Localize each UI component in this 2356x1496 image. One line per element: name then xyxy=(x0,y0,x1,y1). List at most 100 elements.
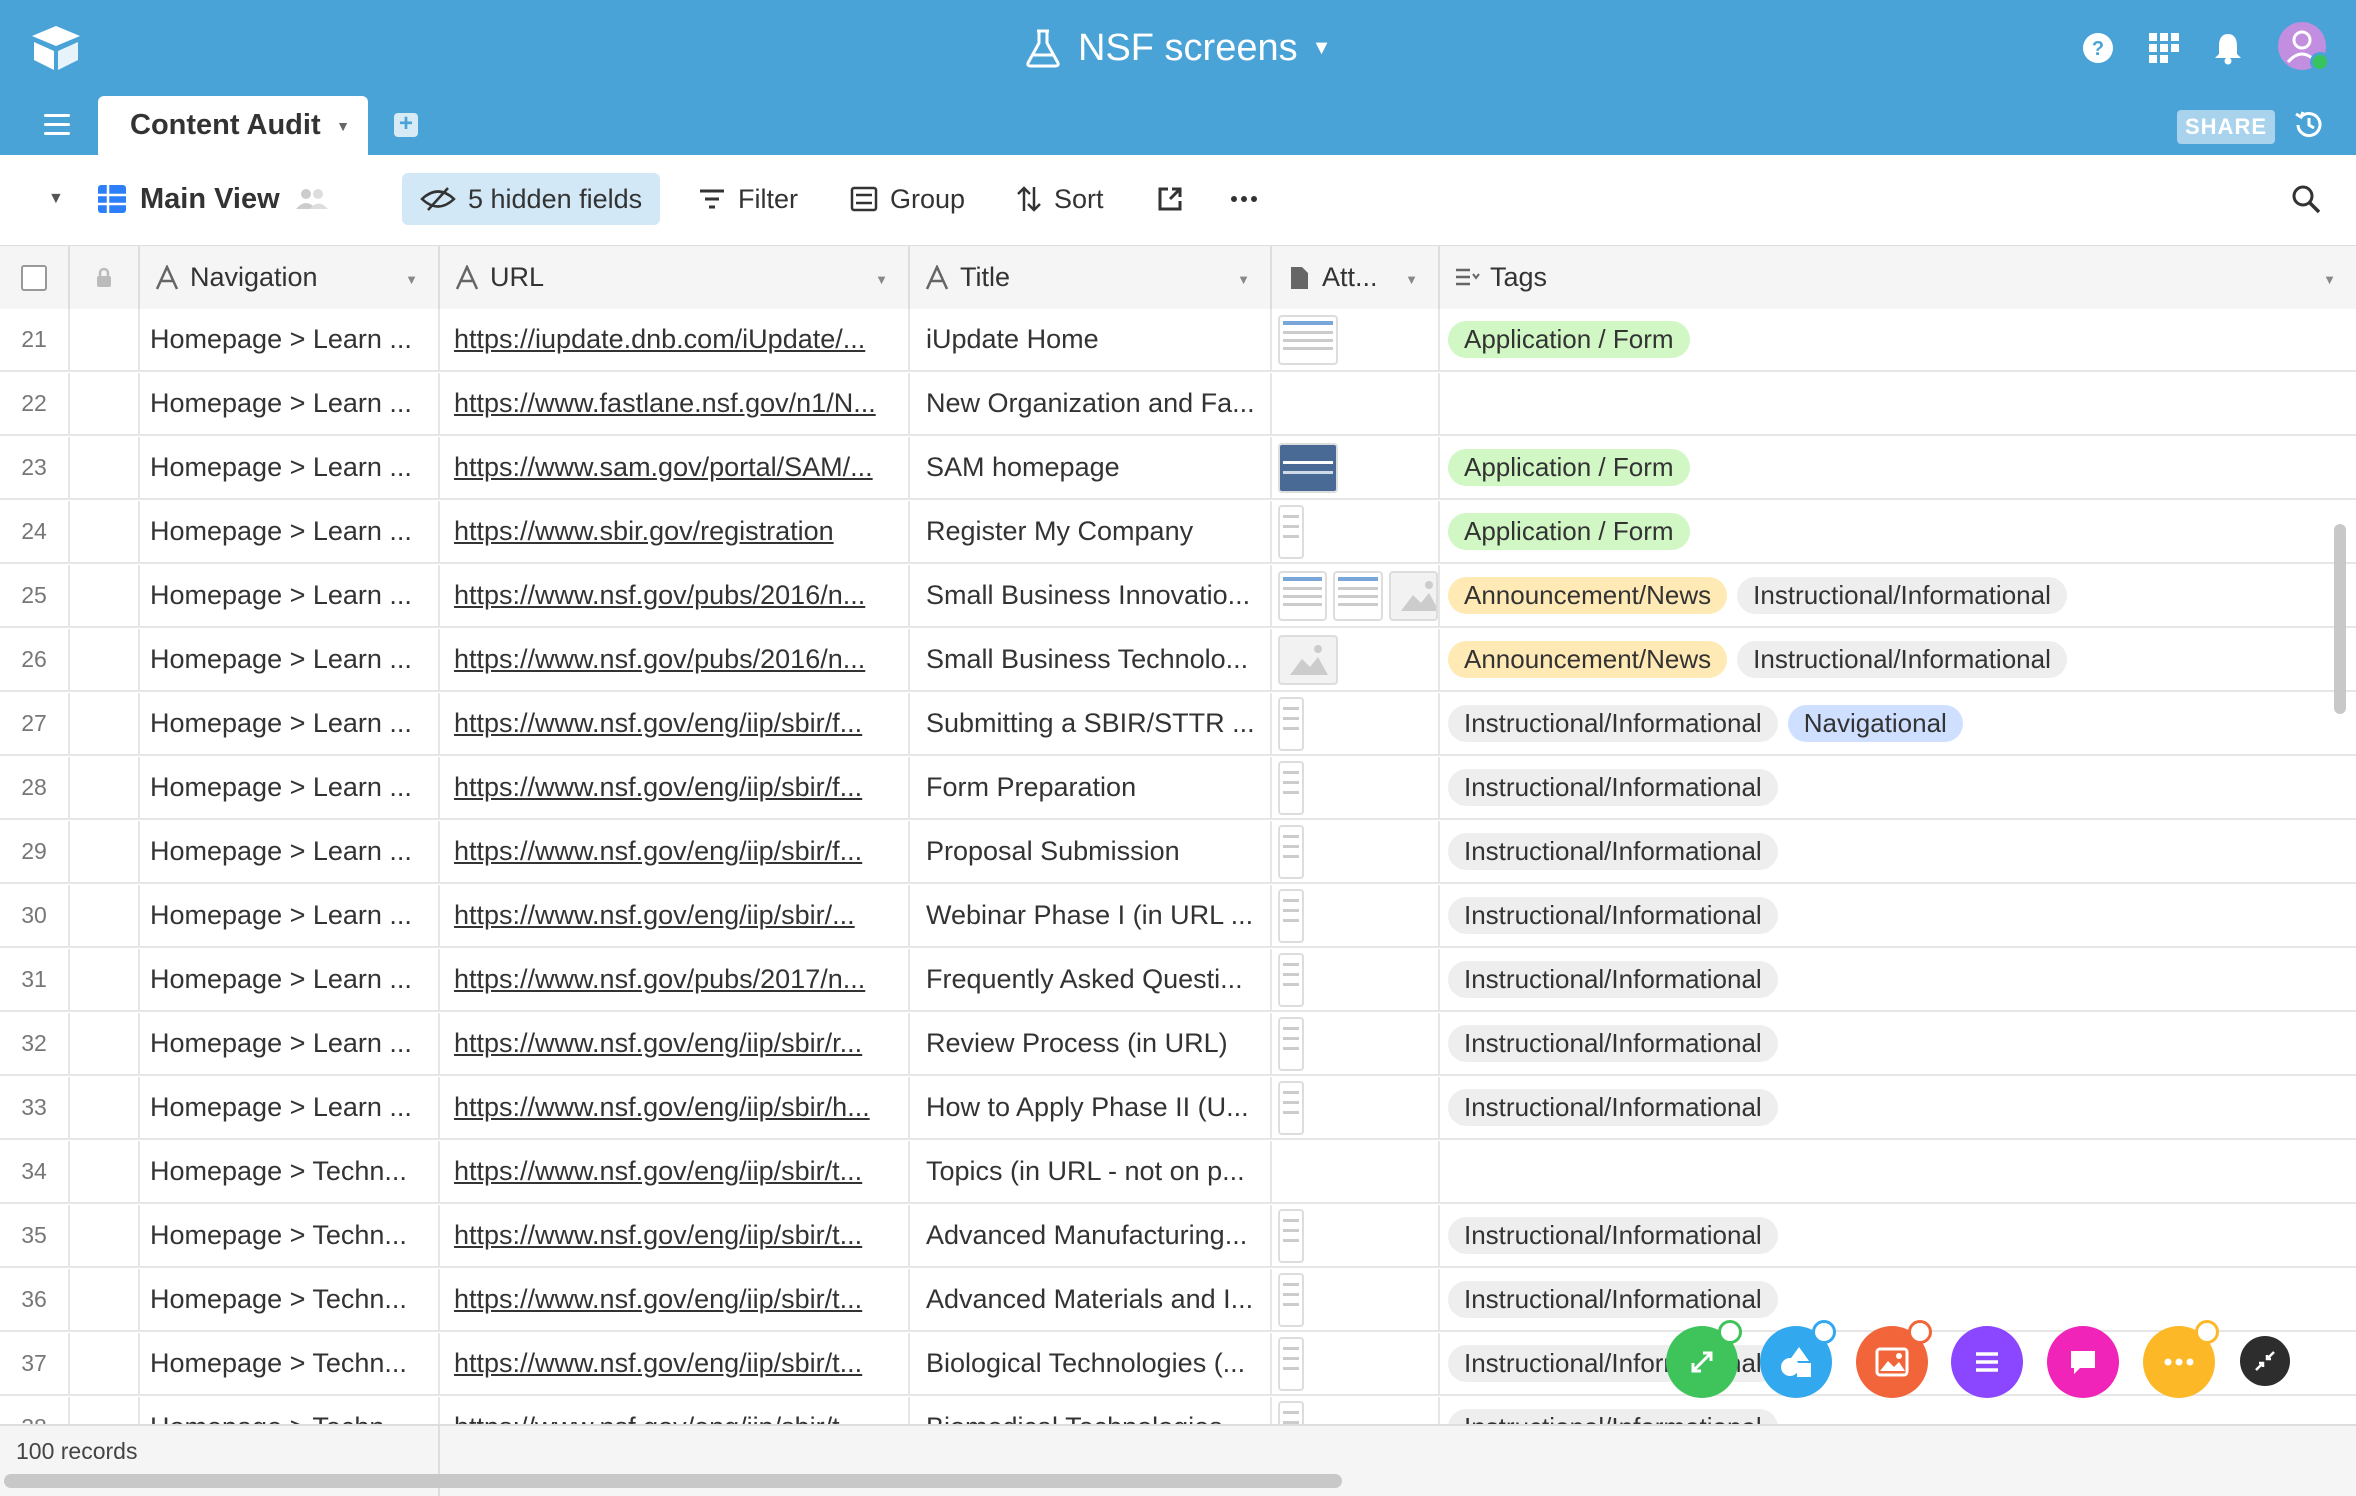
url-cell[interactable]: https://www.nsf.gov/eng/iip/sbir/h... xyxy=(440,1077,910,1138)
base-title[interactable]: NSF screens ▼ xyxy=(1024,22,1331,74)
url-link[interactable]: https://www.nsf.gov/eng/iip/sbir/t... xyxy=(454,1284,862,1315)
more-blocks-button[interactable] xyxy=(2143,1320,2219,1398)
view-switcher[interactable]: Main View xyxy=(96,173,342,225)
column-header-attachments[interactable]: Att... ▼ xyxy=(1272,246,1440,309)
sort-button[interactable]: Sort xyxy=(1016,173,1104,225)
navigation-cell[interactable]: Homepage > Learn ... xyxy=(140,309,440,370)
tags-cell[interactable]: Application / Form xyxy=(1440,501,2356,562)
url-cell[interactable]: https://www.nsf.gov/eng/iip/sbir/f... xyxy=(440,821,910,882)
row-expand-cell[interactable] xyxy=(70,757,140,818)
attachments-cell[interactable] xyxy=(1272,1013,1440,1074)
search-button[interactable] xyxy=(2290,173,2334,225)
attachment-thumbnail[interactable] xyxy=(1278,1400,1304,1424)
menu-icon[interactable] xyxy=(44,114,70,135)
chevron-down-icon[interactable]: ▼ xyxy=(1237,272,1250,287)
url-cell[interactable]: https://www.nsf.gov/eng/iip/sbir/... xyxy=(440,885,910,946)
title-cell[interactable]: Biomedical Technologies ... xyxy=(910,1397,1272,1424)
hidden-fields-button[interactable]: 5 hidden fields xyxy=(402,173,661,225)
filter-button[interactable]: Filter xyxy=(698,173,798,225)
attachments-cell[interactable] xyxy=(1272,1141,1440,1202)
row-expand-cell[interactable] xyxy=(70,1333,140,1394)
url-cell[interactable]: https://www.nsf.gov/pubs/2016/n... xyxy=(440,629,910,690)
chevron-down-icon[interactable]: ▼ xyxy=(405,272,418,287)
url-link[interactable]: https://www.nsf.gov/eng/iip/sbir/f... xyxy=(454,708,862,739)
row-expand-cell[interactable] xyxy=(70,309,140,370)
table-row[interactable]: 28 Homepage > Learn ... https://www.nsf.go… xyxy=(0,757,2356,820)
attachment-thumbnail[interactable] xyxy=(1278,570,1328,621)
url-link[interactable]: https://www.sbir.gov/registration xyxy=(454,516,834,547)
title-cell[interactable]: New Organization and Fa... xyxy=(910,373,1272,434)
views-toggle[interactable]: ▼ xyxy=(48,173,64,225)
row-expand-cell[interactable] xyxy=(70,373,140,434)
attachments-cell[interactable] xyxy=(1272,821,1440,882)
title-cell[interactable]: iUpdate Home xyxy=(910,309,1272,370)
chevron-down-icon[interactable]: ▼ xyxy=(2323,272,2336,287)
help-icon[interactable]: ? xyxy=(2080,30,2116,66)
attachments-cell[interactable] xyxy=(1272,373,1440,434)
tags-cell[interactable]: Instructional/Informational xyxy=(1440,885,2356,946)
apps-grid-icon[interactable] xyxy=(2146,30,2182,66)
attachment-thumbnail[interactable] xyxy=(1278,504,1304,559)
tags-cell[interactable]: Instructional/Informational Navigational xyxy=(1440,693,2356,754)
expand-block-button[interactable] xyxy=(1666,1320,1742,1398)
row-expand-cell[interactable] xyxy=(70,1269,140,1330)
attachment-thumbnail[interactable] xyxy=(1278,1272,1304,1327)
attachment-thumbnail[interactable] xyxy=(1278,888,1304,943)
url-link[interactable]: https://www.nsf.gov/eng/iip/sbir/f... xyxy=(454,772,862,803)
navigation-cell[interactable]: Homepage > Techn... xyxy=(140,1205,440,1266)
url-cell[interactable]: https://www.nsf.gov/eng/iip/sbir/t... xyxy=(440,1205,910,1266)
url-cell[interactable]: https://www.nsf.gov/eng/iip/sbir/t... xyxy=(440,1141,910,1202)
url-link[interactable]: https://www.sam.gov/portal/SAM/... xyxy=(454,452,873,483)
navigation-cell[interactable]: Homepage > Learn ... xyxy=(140,821,440,882)
url-link[interactable]: https://www.nsf.gov/pubs/2016/n... xyxy=(454,580,865,611)
attachment-thumbnail[interactable] xyxy=(1278,1016,1304,1071)
table-row[interactable]: 30 Homepage > Learn ... https://www.nsf.go… xyxy=(0,885,2356,948)
select-all-checkbox[interactable] xyxy=(21,264,47,291)
table-row[interactable]: 34 Homepage > Techn... https://www.nsf.gov… xyxy=(0,1141,2356,1204)
url-cell[interactable]: https://www.nsf.gov/eng/iip/sbir/t... xyxy=(440,1397,910,1424)
navigation-cell[interactable]: Homepage > Learn ... xyxy=(140,373,440,434)
attachment-thumbnail[interactable] xyxy=(1278,442,1338,493)
url-cell[interactable]: https://www.nsf.gov/pubs/2016/n... xyxy=(440,565,910,626)
attachments-cell[interactable] xyxy=(1272,1077,1440,1138)
tags-cell[interactable] xyxy=(1440,1141,2356,1202)
title-cell[interactable]: Submitting a SBIR/STTR ... xyxy=(910,693,1272,754)
attachments-cell[interactable] xyxy=(1272,629,1440,690)
table-row[interactable]: 36 Homepage > Techn... https://www.nsf.gov… xyxy=(0,1269,2356,1332)
url-link[interactable]: https://www.nsf.gov/eng/iip/sbir/t... xyxy=(454,1412,862,1424)
chevron-down-icon[interactable]: ▼ xyxy=(336,118,350,134)
title-cell[interactable]: SAM homepage xyxy=(910,437,1272,498)
table-row[interactable]: 22 Homepage > Learn ... https://www.fastla… xyxy=(0,373,2356,436)
url-cell[interactable]: https://iupdate.dnb.com/iUpdate/... xyxy=(440,309,910,370)
chevron-down-icon[interactable]: ▼ xyxy=(875,272,888,287)
url-cell[interactable]: https://www.sbir.gov/registration xyxy=(440,501,910,562)
table-row[interactable]: 31 Homepage > Learn ... https://www.nsf.go… xyxy=(0,949,2356,1012)
column-header-tags[interactable]: Tags ▼ xyxy=(1440,246,2356,309)
table-row[interactable]: 32 Homepage > Learn ... https://www.nsf.go… xyxy=(0,1013,2356,1076)
attachment-thumbnail[interactable] xyxy=(1278,314,1338,365)
row-expand-cell[interactable] xyxy=(70,693,140,754)
group-button[interactable]: Group xyxy=(850,173,965,225)
navigation-cell[interactable]: Homepage > Learn ... xyxy=(140,1077,440,1138)
tags-cell[interactable]: Instructional/Informational xyxy=(1440,1269,2356,1330)
title-cell[interactable]: Form Preparation xyxy=(910,757,1272,818)
attachments-cell[interactable] xyxy=(1272,1205,1440,1266)
tags-cell[interactable]: Instructional/Informational xyxy=(1440,1077,2356,1138)
row-expand-cell[interactable] xyxy=(70,629,140,690)
chevron-down-icon[interactable]: ▼ xyxy=(1405,272,1418,287)
share-button[interactable]: SHARE xyxy=(2177,110,2276,144)
row-expand-cell[interactable] xyxy=(70,1141,140,1202)
url-link[interactable]: https://www.nsf.gov/eng/iip/sbir/f... xyxy=(454,836,862,867)
attachments-cell[interactable] xyxy=(1272,437,1440,498)
airtable-logo-icon[interactable] xyxy=(28,22,84,74)
url-link[interactable]: https://www.nsf.gov/pubs/2017/n... xyxy=(454,964,865,995)
tags-cell[interactable]: Instructional/Informational xyxy=(1440,1013,2356,1074)
row-expand-cell[interactable] xyxy=(70,885,140,946)
url-link[interactable]: https://www.fastlane.nsf.gov/n1/N... xyxy=(454,388,876,419)
attachments-cell[interactable] xyxy=(1272,1269,1440,1330)
navigation-cell[interactable]: Homepage > Learn ... xyxy=(140,1013,440,1074)
navigation-cell[interactable]: Homepage > Learn ... xyxy=(140,949,440,1010)
navigation-cell[interactable]: Homepage > Learn ... xyxy=(140,757,440,818)
attachments-cell[interactable] xyxy=(1272,949,1440,1010)
url-link[interactable]: https://www.nsf.gov/eng/iip/sbir/... xyxy=(454,900,855,931)
